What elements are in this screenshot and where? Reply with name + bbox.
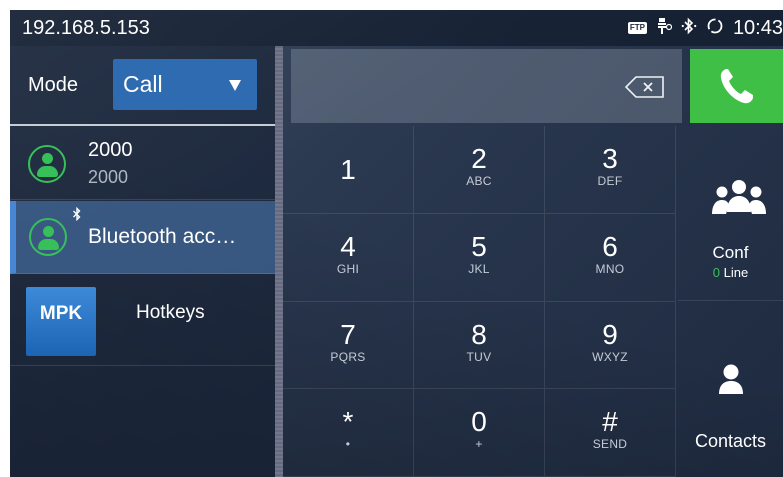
hotkeys-item[interactable]: MPK Hotkeys: [10, 276, 275, 366]
account-item-2000[interactable]: 2000 2000: [10, 127, 275, 200]
conf-button[interactable]: Conf 0 Line: [678, 126, 783, 301]
key-digit: 6: [602, 230, 618, 262]
account-icon: [28, 145, 66, 183]
key-digit: 9: [602, 318, 618, 350]
key-digit: 0: [471, 406, 487, 438]
key-digit: *: [342, 406, 354, 438]
key-9[interactable]: 9 WXYZ: [545, 301, 676, 390]
key-letters: SEND: [592, 437, 628, 452]
mpk-label: MPK: [39, 303, 83, 324]
account-title: 2000: [88, 139, 133, 161]
key-4[interactable]: 4 GHI: [283, 213, 414, 302]
key-2[interactable]: 2 ABC: [414, 126, 545, 214]
mode-value: Call: [123, 71, 163, 97]
key-digit: 3: [602, 143, 618, 174]
bluetooth-icon: [72, 206, 82, 225]
key-0[interactable]: 0 +: [414, 389, 545, 477]
key-6[interactable]: 6 MNO: [545, 213, 676, 302]
status-icons: FTP 10:43: [627, 10, 783, 46]
account-item-bluetooth[interactable]: Bluetooth acc…: [10, 201, 275, 274]
backspace-button[interactable]: [624, 75, 666, 99]
phone-icon: [720, 69, 753, 104]
key-7[interactable]: 7 PQRS: [283, 301, 414, 390]
account-icon: [29, 218, 67, 256]
bluetooth-icon: [681, 17, 697, 40]
contacts-button[interactable]: Contacts: [678, 301, 783, 477]
key-letters: ABC: [466, 174, 492, 188]
key-letters: TUV: [466, 349, 492, 364]
phone-screen: 192.168.5.153 FTP 10:43 Mode Call 2000 2…: [10, 10, 783, 477]
usb-icon: [656, 17, 673, 40]
key-letters: WXYZ: [592, 349, 628, 364]
key-3[interactable]: 3 DEF: [545, 126, 676, 214]
key-star[interactable]: * •: [283, 389, 414, 477]
conf-label: Conf: [712, 243, 749, 262]
dial-keypad: 1 2 ABC 3 DEF 4 GHI 5 JKL 6 MNO 7 PQRS 8 TUV 9 WXYZ * • 0 + #…: [283, 126, 678, 477]
ftp-icon: FTP: [627, 22, 647, 34]
key-5[interactable]: 5 JKL: [414, 213, 545, 302]
chevron-down-icon: [229, 80, 241, 91]
mode-label: Mode: [28, 74, 79, 96]
mode-row: Mode Call: [10, 46, 275, 126]
key-digit: 2: [471, 143, 487, 174]
panel-separator[interactable]: [275, 46, 283, 477]
key-digit: 1: [340, 154, 356, 185]
backspace-icon: [624, 76, 664, 98]
conference-icon: [712, 180, 766, 214]
clock: 10:43: [732, 16, 783, 39]
key-digit: 8: [471, 318, 487, 350]
account-panel: Mode Call 2000 2000 Bluetooth acc… MPK H…: [10, 46, 275, 477]
key-letters: JKL: [468, 261, 490, 276]
key-digit: 7: [340, 318, 356, 350]
mpk-icon: MPK: [26, 287, 96, 356]
key-digit: 5: [471, 230, 487, 262]
call-button[interactable]: [690, 49, 783, 123]
status-bar: 192.168.5.153 FTP 10:43: [10, 10, 783, 46]
key-hash[interactable]: # SEND: [545, 389, 676, 477]
sync-icon: [706, 17, 724, 40]
side-actions: Conf 0 Line Contacts: [678, 126, 783, 477]
contact-icon: [719, 364, 743, 394]
key-letters: PQRS: [330, 349, 366, 364]
key-letters: MNO: [595, 261, 625, 276]
conf-line-count: 0 Line: [712, 265, 749, 280]
hotkeys-label: Hotkeys: [136, 302, 205, 323]
account-subtitle: 2000: [88, 167, 129, 187]
key-8[interactable]: 8 TUV: [414, 301, 545, 390]
key-digit: #: [602, 406, 618, 438]
account-title: Bluetooth acc…: [88, 225, 237, 248]
key-digit: 4: [340, 230, 356, 262]
mode-dropdown[interactable]: Call: [113, 59, 257, 110]
divider: [10, 124, 275, 126]
dial-number-input[interactable]: [291, 49, 682, 123]
key-1[interactable]: 1: [283, 126, 414, 214]
key-letters: DEF: [597, 174, 623, 188]
contacts-label: Contacts: [694, 431, 767, 451]
key-letters: GHI: [336, 261, 360, 276]
key-letters: +: [475, 437, 483, 452]
ip-address: 192.168.5.153: [22, 16, 150, 39]
key-letters: •: [345, 437, 351, 452]
